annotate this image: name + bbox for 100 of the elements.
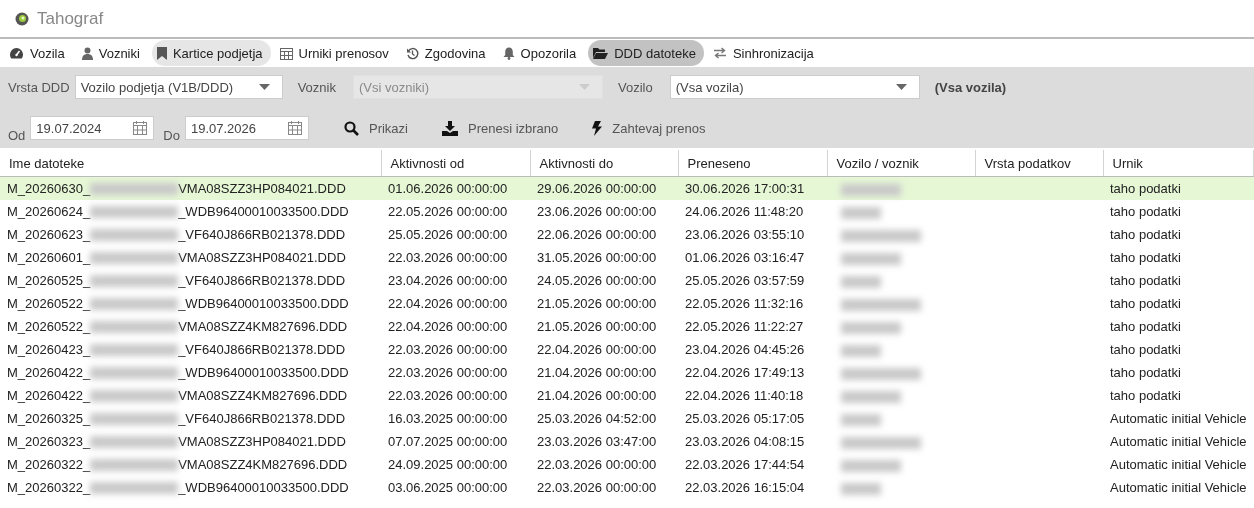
caret-icon	[578, 84, 590, 90]
table-cell-text: taho podatki	[1109, 341, 1182, 359]
calendar-icon	[133, 121, 148, 135]
download-button[interactable]: Prenesi izbrano	[434, 115, 567, 141]
nav-tab[interactable]: Urniki prenosov	[274, 40, 397, 66]
table-cell-text: taho podatki	[1109, 226, 1182, 244]
table-cell-text: 25.03.2026 05:17:05	[684, 410, 806, 428]
table-cell-text: 22.03.2026 00:00:00	[387, 364, 509, 382]
caret-icon	[895, 84, 907, 90]
field-label: Vozilo	[617, 79, 653, 95]
table-cell-text: 22.05.2026 11:32:16	[684, 295, 805, 313]
file-name-start: M_20260325_	[7, 411, 91, 426]
file-name-start: M_20260630_	[7, 181, 91, 196]
table-cell-text: 23.06.2026 03:55:10	[684, 226, 806, 244]
nav-tab[interactable]: Kartice podjetja	[151, 40, 271, 66]
column-header[interactable]: Aktivnosti od	[381, 150, 530, 177]
table-cell-text: 01.06.2026 03:16:47	[684, 249, 806, 267]
table-cell-text: 23.03.2026 04:08:15	[684, 433, 806, 451]
redacted-mark	[841, 321, 901, 334]
request-button[interactable]: Zahtevaj prenos	[584, 115, 714, 141]
field-label: Od	[8, 128, 26, 143]
file-name-start: M_20260422_	[7, 388, 91, 403]
table-cell-text: 22.03.2026 00:00:00	[387, 341, 509, 359]
table-cell-text: 22.03.2026 00:00:00	[387, 249, 509, 267]
file-name-start: M_20260422_	[7, 365, 91, 380]
user-icon	[81, 46, 93, 60]
table-cell-text: taho podatki	[1109, 295, 1182, 313]
redacted-mark	[841, 390, 901, 403]
table-cell: 23.06.2026 00:00:00	[530, 200, 678, 223]
file-name-start: M_20260525_	[7, 273, 91, 288]
ddd-type-dropdown[interactable]: Vozilo podjetja (V1B/DDD)	[74, 75, 283, 99]
nav-tab[interactable]: Zgodovina	[400, 40, 494, 66]
table-cell-text: 16.03.2025 00:00:00	[387, 410, 509, 428]
file-name-start: M_20260623_	[7, 227, 91, 242]
table-cell-text: 25.05.2026 00:00:00	[387, 226, 509, 244]
file-name-end: _VF640J866RB021378.DDD	[178, 342, 346, 357]
file-name-end: VMA08SZZ4KM827696.DDD	[178, 388, 348, 403]
column-header[interactable]: Ime datoteke	[0, 150, 381, 177]
file-name-start: M_20260322_	[7, 457, 91, 472]
column-header[interactable]: Vozilo / voznik	[827, 150, 975, 177]
file-name-start: M_20260601_	[7, 250, 91, 265]
file-name-end: VMA08SZZ3HP084021.DDD	[178, 434, 346, 449]
date-field[interactable]: 19.07.2024	[30, 116, 155, 140]
exchange-icon	[712, 47, 727, 59]
file-name-end: VMA08SZZ3HP084021.DDD	[178, 181, 346, 196]
table-cell-text: taho podatki	[1109, 249, 1182, 267]
column-header[interactable]: Preneseno	[678, 150, 827, 177]
file-name-end: VMA08SZZ4KM827696.DDD	[178, 319, 348, 334]
file-name-end: _WDB96400010033500.DDD	[178, 365, 349, 380]
table-cell-text: 22.04.2026 00:00:00	[536, 341, 658, 359]
table-cell: 29.06.2026 00:00:00	[530, 176, 678, 200]
search-button[interactable]: Prikazi	[335, 115, 416, 141]
file-name-end: VMA08SZZ4KM827696.DDD	[178, 457, 348, 472]
table-cell: 22.05.2026 00:00:00	[381, 200, 530, 223]
bookmark-icon	[156, 46, 167, 60]
table-cell-text: 22.03.2026 17:44:54	[684, 456, 806, 474]
table-cell-text: 31.05.2026 00:00:00	[536, 249, 658, 267]
app-title: Tahograf	[37, 8, 104, 29]
redacted-mark	[841, 482, 881, 495]
column-header[interactable]: Urnik	[1103, 150, 1254, 177]
file-name-start: M_20260322_	[7, 480, 91, 495]
table-cell-text: taho podatki	[1109, 387, 1182, 405]
vehicle-dropdown[interactable]: (Vsa vozila)	[669, 75, 920, 99]
file-name-end: _WDB96400010033500.DDD	[178, 296, 349, 311]
history-icon	[405, 46, 419, 60]
table-cell-text: taho podatki	[1109, 318, 1182, 336]
table-cell: 24.06.2026 11:48:20	[678, 200, 827, 223]
file-name-start: M_20260323_	[7, 434, 91, 449]
table-cell-text: 23.04.2026 04:45:26	[684, 341, 806, 359]
table-cell-text: 22.04.2026 17:49:13	[684, 364, 806, 382]
date-field[interactable]: 19.07.2026	[184, 116, 309, 140]
bolt-icon	[592, 120, 603, 136]
table-cell-text: 24.05.2026 00:00:00	[536, 272, 658, 290]
nav-tab[interactable]: Sinhronizacija	[707, 40, 822, 66]
nav-tab[interactable]: Vozila	[4, 40, 73, 66]
nav-tab[interactable]: Vozniki	[76, 40, 148, 66]
table-cell-text: 25.03.2026 04:52:00	[536, 410, 658, 428]
file-name-start: M_20260624_	[7, 204, 91, 219]
calendar-icon	[279, 46, 293, 60]
field-label: Vrsta DDD	[8, 79, 70, 95]
nav-tab[interactable]: Opozorila	[497, 40, 585, 66]
caret-icon	[258, 84, 270, 90]
redacted-mark	[841, 413, 881, 426]
table-cell-text: 22.04.2026 00:00:00	[387, 295, 509, 313]
table-cell-text: 21.05.2026 00:00:00	[536, 318, 658, 336]
nav-tab[interactable]: DDD datoteke	[588, 40, 704, 66]
table-cell: taho podatki	[1103, 200, 1254, 223]
field-label: Do	[163, 128, 180, 143]
speedometer-icon	[9, 46, 24, 60]
table-cell-text: 03.06.2025 00:00:00	[387, 479, 509, 497]
table-cell-text: 22.06.2026 00:00:00	[536, 226, 658, 244]
file-name-end: _VF640J866RB021378.DDD	[178, 273, 346, 288]
folder-icon	[593, 47, 609, 59]
table-cell-text: taho podatki	[1109, 272, 1182, 290]
column-header[interactable]: Aktivnosti do	[530, 150, 678, 177]
driver-dropdown: (Vsi vozniki)	[352, 75, 603, 99]
table-cell-text: taho podatki	[1109, 364, 1182, 382]
table-cell: 01.06.2026 00:00:00	[381, 176, 530, 200]
field-label: Voznik	[297, 79, 336, 95]
column-header[interactable]: Vrsta podatkov	[975, 150, 1103, 177]
